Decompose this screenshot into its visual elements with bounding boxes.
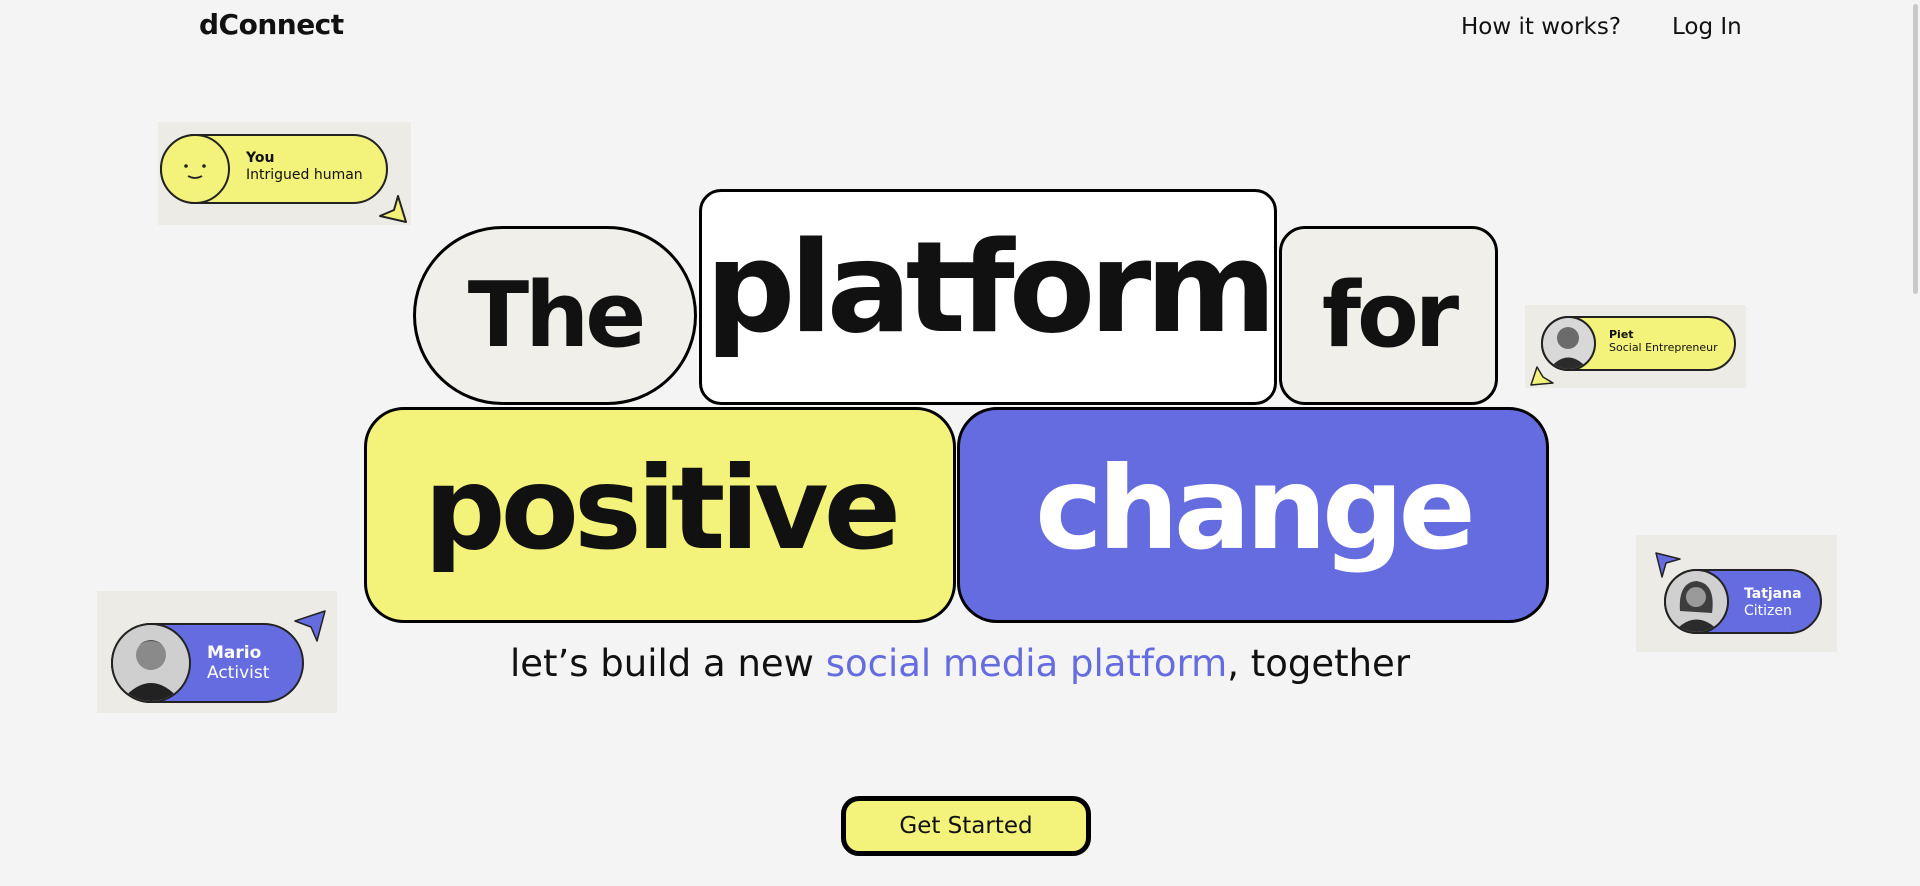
persona-name: You bbox=[246, 150, 275, 166]
page-scrollbar[interactable] bbox=[1912, 0, 1920, 886]
persona-badge: Tatjana Citizen bbox=[1664, 569, 1822, 634]
cursor-arrow-icon bbox=[379, 195, 407, 223]
persona-role: Citizen bbox=[1744, 602, 1792, 619]
persona-card-you: You Intrigued human bbox=[158, 122, 411, 225]
persona-name: Piet bbox=[1609, 328, 1634, 341]
persona-name: Mario bbox=[207, 643, 262, 663]
persona-texts: Tatjana Citizen bbox=[1744, 586, 1802, 620]
nav-login-link[interactable]: Log In bbox=[1672, 14, 1742, 40]
persona-texts: Mario Activist bbox=[207, 643, 269, 684]
persona-card-tatjana: Tatjana Citizen bbox=[1636, 535, 1837, 652]
avatar bbox=[111, 623, 191, 703]
persona-texts: Piet Social Entrepreneur bbox=[1609, 328, 1718, 354]
persona-name: Tatjana bbox=[1744, 586, 1802, 602]
hero-word-the: The bbox=[413, 226, 697, 405]
cursor-arrow-icon bbox=[294, 610, 326, 642]
tagline-text-after: , together bbox=[1227, 642, 1411, 685]
cursor-arrow-icon bbox=[1530, 366, 1554, 386]
persona-texts: You Intrigued human bbox=[246, 150, 363, 184]
brand-logo[interactable]: dConnect bbox=[199, 8, 344, 41]
smiley-face-icon bbox=[160, 134, 230, 204]
tagline-highlight: social media platform bbox=[825, 642, 1228, 685]
hero-word-platform: platform bbox=[699, 189, 1277, 405]
cursor-arrow-icon bbox=[1655, 552, 1681, 578]
hero-word-for: for bbox=[1279, 226, 1498, 405]
persona-role: Social Entrepreneur bbox=[1609, 341, 1718, 355]
get-started-button[interactable]: Get Started bbox=[841, 796, 1091, 856]
hero-word-positive: positive bbox=[364, 407, 956, 623]
persona-badge: Piet Social Entrepreneur bbox=[1541, 316, 1736, 371]
persona-badge: You Intrigued human bbox=[160, 134, 388, 204]
avatar bbox=[1541, 316, 1596, 371]
persona-card-mario: Mario Activist bbox=[97, 591, 337, 713]
hero-word-change: change bbox=[957, 407, 1549, 623]
tagline-text-before: let’s build a new bbox=[509, 642, 826, 685]
landing-page: dConnect How it works? Log In The platfo… bbox=[0, 0, 1920, 886]
nav-how-it-works-link[interactable]: How it works? bbox=[1461, 14, 1621, 40]
persona-role: Intrigued human bbox=[246, 166, 363, 183]
persona-card-piet: Piet Social Entrepreneur bbox=[1525, 305, 1746, 388]
scrollbar-thumb[interactable] bbox=[1913, 4, 1918, 294]
persona-badge: Mario Activist bbox=[111, 623, 304, 703]
persona-role: Activist bbox=[207, 663, 270, 684]
